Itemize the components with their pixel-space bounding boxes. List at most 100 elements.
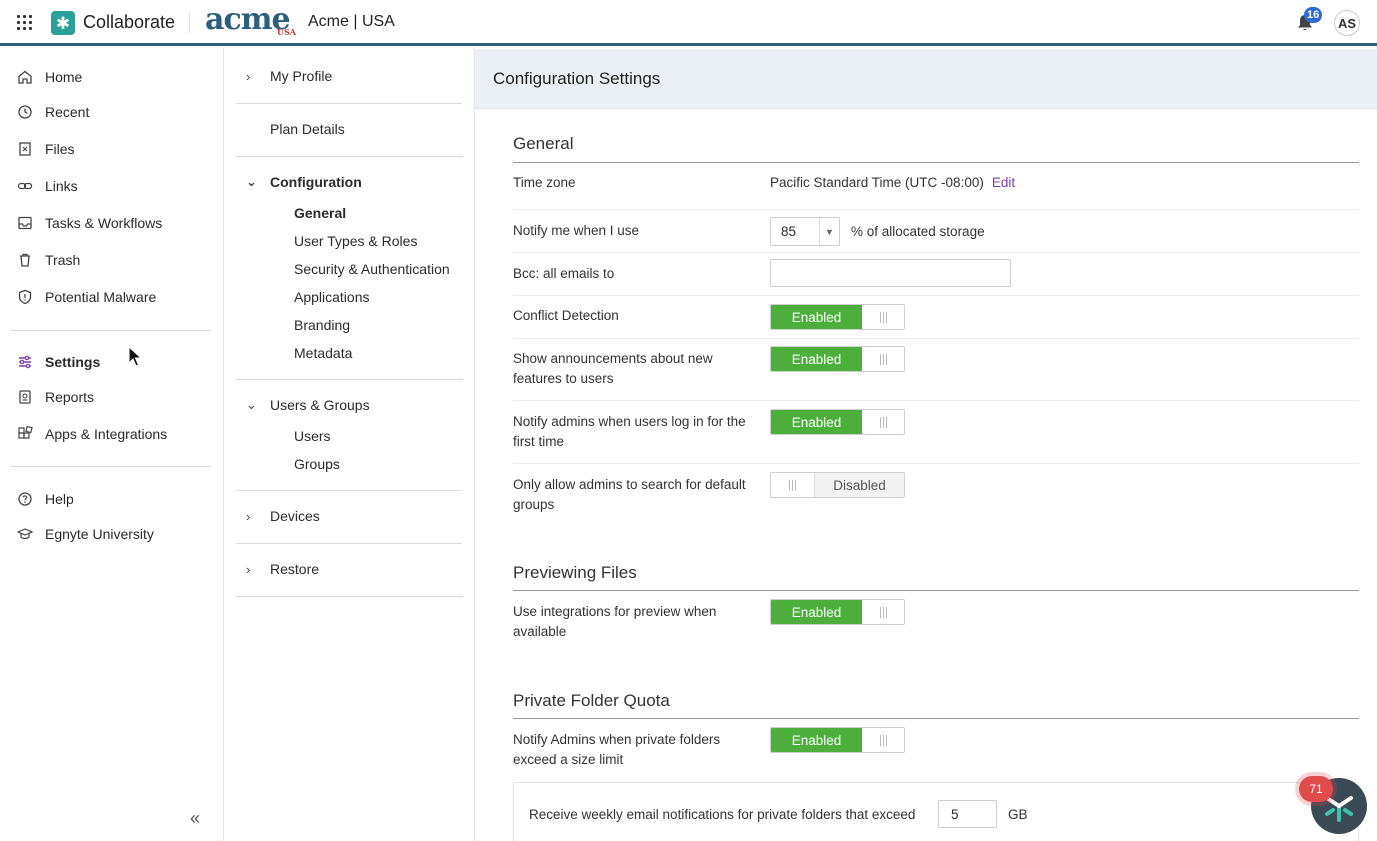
sidebar-item-recent[interactable]: Recent (17, 101, 89, 123)
avatar[interactable]: AS (1334, 10, 1360, 36)
chevron-right-icon: › (246, 508, 251, 524)
chevron-down-icon: ⌄ (246, 174, 257, 189)
help-icon (18, 492, 32, 506)
divider (189, 13, 190, 33)
org-name: Acme | USA (308, 13, 395, 30)
caret-down-icon: ▼ (819, 218, 839, 245)
toggle-grip-icon (862, 347, 904, 371)
admin-search-groups-toggle[interactable]: Disabled (770, 472, 905, 498)
toggle-grip-icon (862, 728, 904, 752)
toggle-enabled-label: Enabled (771, 600, 862, 624)
link-icon (17, 182, 33, 190)
assistant-badge: 71 (1299, 776, 1333, 802)
toggle-grip-icon (862, 600, 904, 624)
sidebar-item-potential-malware[interactable]: Potential Malware (17, 286, 156, 308)
preview-integrations-label: Use integrations for preview when availa… (513, 604, 717, 639)
nav-sub-user-types-roles[interactable]: User Types & Roles (294, 233, 417, 249)
graduation-icon (17, 528, 33, 540)
toggle-grip-icon (771, 473, 815, 497)
sidebar-item-apps-integrations[interactable]: Apps & Integrations (17, 423, 167, 445)
settings-nav: › My Profile Plan Details ⌄ Configuratio… (224, 49, 475, 841)
bcc-email-input[interactable] (770, 259, 1011, 287)
nav-label: Plan Details (270, 121, 345, 137)
chevron-right-icon: › (246, 561, 251, 577)
inbox-icon (18, 216, 32, 230)
nav-users-groups[interactable]: ⌄ Users & Groups (246, 397, 370, 413)
nav-plan-details[interactable]: Plan Details (270, 121, 345, 137)
nav-label: Restore (270, 561, 320, 577)
sidebar-item-egnyte-university[interactable]: Egnyte University (17, 523, 154, 545)
notify-admins-login-toggle[interactable]: Enabled (770, 409, 905, 435)
announcements-label: Show announcements about new features to… (513, 351, 713, 386)
sidebar-item-settings[interactable]: Settings (17, 351, 100, 373)
sidebar-item-label: Apps & Integrations (45, 426, 168, 442)
storage-percent-select[interactable]: 85 ▼ (770, 217, 840, 246)
time-zone-text: Pacific Standard Time (UTC -08:00) (770, 175, 984, 190)
quota-size-input[interactable]: 5 (938, 800, 997, 828)
quota-notify-toggle[interactable]: Enabled (770, 727, 905, 753)
nav-divider (236, 543, 462, 544)
clock-icon (18, 105, 32, 119)
toggle-enabled-label: Enabled (771, 347, 862, 371)
nav-devices[interactable]: › Devices (246, 508, 320, 524)
apps-icon (18, 426, 33, 439)
preview-integrations-toggle[interactable]: Enabled (770, 599, 905, 625)
nav-divider (236, 596, 462, 597)
sidebar: Home Recent Files Links Tasks & Workflow… (0, 49, 224, 841)
sidebar-item-label: Home (45, 69, 83, 85)
conflict-detection-toggle[interactable]: Enabled (770, 304, 905, 330)
edit-time-zone-link[interactable]: Edit (992, 175, 1015, 190)
row-divider (513, 338, 1359, 339)
sidebar-item-tasks-workflows[interactable]: Tasks & Workflows (17, 212, 162, 234)
quota-unit-label: GB (1008, 807, 1028, 822)
bcc-label: Bcc: all emails to (513, 266, 615, 281)
sidebar-item-label: Reports (45, 389, 95, 405)
storage-percent-suffix: % of allocated storage (851, 224, 985, 239)
nav-sub-general[interactable]: General (294, 205, 346, 221)
nav-label: Configuration (270, 174, 362, 190)
sidebar-item-label: Recent (45, 104, 90, 120)
sidebar-item-label: Egnyte University (45, 526, 154, 542)
collapse-sidebar-icon[interactable]: « (190, 808, 200, 829)
section-title-private-folder-quota: Private Folder Quota (513, 691, 670, 710)
nav-sub-security-authentication[interactable]: Security & Authentication (294, 261, 450, 277)
quota-settings-panel: Receive weekly email notifications for p… (513, 782, 1359, 841)
toggle-enabled-label: Enabled (771, 410, 862, 434)
collaborate-logo-icon: ✱ (51, 11, 75, 35)
sidebar-divider (11, 466, 211, 467)
nav-sub-groups[interactable]: Groups (294, 456, 340, 472)
sidebar-item-help[interactable]: Help (17, 488, 74, 510)
quota-notify-label: Notify Admins when private folders excee… (513, 732, 721, 767)
row-divider (513, 252, 1359, 253)
sidebar-item-label: Files (45, 141, 75, 157)
row-divider (513, 463, 1359, 464)
sidebar-divider (11, 330, 211, 331)
sidebar-item-reports[interactable]: Reports (17, 386, 94, 408)
nav-sub-branding[interactable]: Branding (294, 317, 350, 333)
main-header: Configuration Settings (475, 49, 1377, 109)
nav-configuration[interactable]: ⌄ Configuration (246, 174, 362, 190)
app-name: Collaborate (83, 12, 176, 32)
nav-sub-users[interactable]: Users (294, 428, 331, 444)
nav-sub-metadata[interactable]: Metadata (294, 345, 352, 361)
toggle-disabled-label: Disabled (833, 477, 886, 493)
sidebar-item-trash[interactable]: Trash (17, 249, 80, 271)
notify-storage-label: Notify me when I use (513, 223, 640, 238)
section-divider (513, 590, 1359, 591)
nav-my-profile[interactable]: › My Profile (246, 68, 332, 84)
nav-sub-applications[interactable]: Applications (294, 289, 370, 305)
nav-restore[interactable]: › Restore (246, 561, 319, 577)
sidebar-item-links[interactable]: Links (17, 175, 78, 197)
sidebar-item-files[interactable]: Files (17, 138, 75, 160)
announcements-toggle[interactable]: Enabled (770, 346, 905, 372)
app-grid-icon[interactable] (17, 15, 32, 30)
sidebar-item-home[interactable]: Home (17, 66, 82, 88)
page-title: Configuration Settings (493, 69, 661, 88)
section-title-previewing-files: Previewing Files (513, 563, 637, 582)
nav-divider (236, 103, 462, 104)
file-icon (19, 142, 31, 156)
chevron-right-icon: › (246, 68, 251, 84)
top-bar: ✱ Collaborate acme USA Acme | USA 16 AS (0, 0, 1377, 46)
time-zone-value: Pacific Standard Time (UTC -08:00) Edit (770, 175, 1015, 190)
sidebar-item-label: Trash (45, 252, 81, 268)
